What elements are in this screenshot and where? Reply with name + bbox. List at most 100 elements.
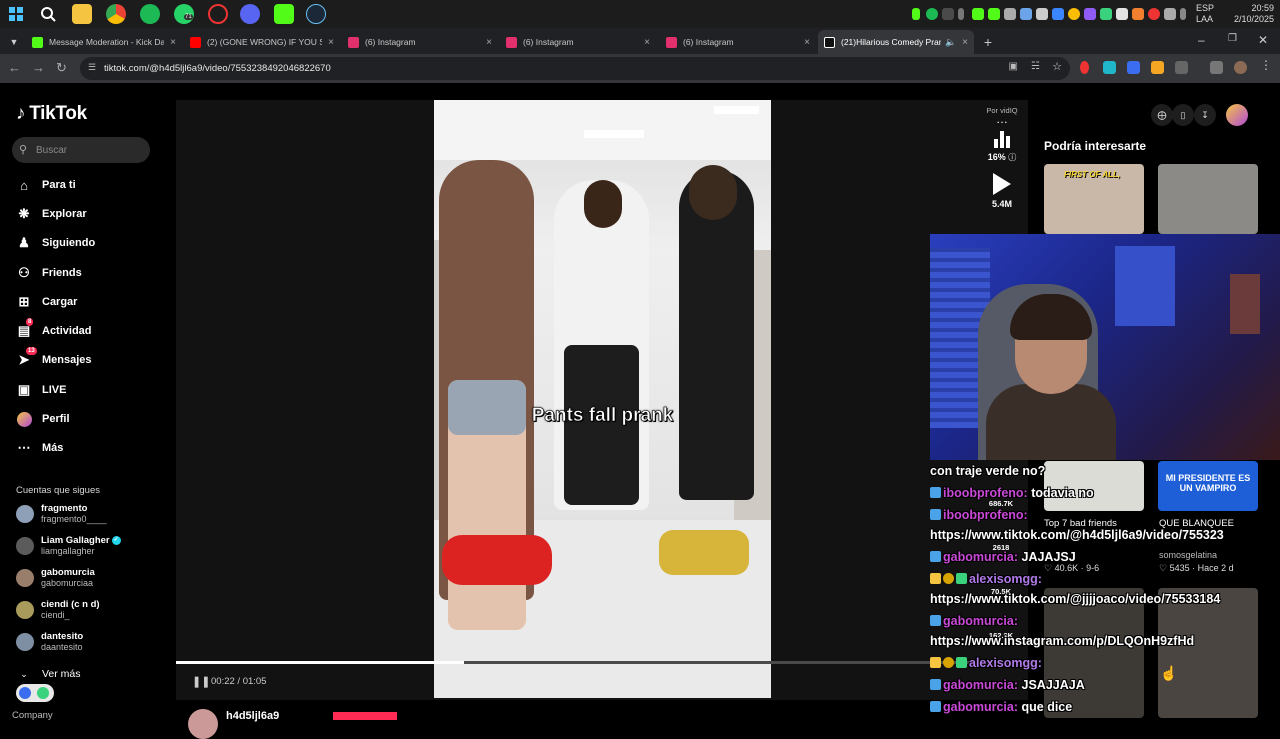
sidebar-item-explorar[interactable]: ❋ Explorar [16,204,87,224]
extension-tools-icon[interactable] [1103,61,1116,74]
author-avatar[interactable] [188,709,218,739]
sidebar-item-para-ti[interactable]: ⌂ Para ti [16,175,76,195]
more-options-icon[interactable]: … [980,113,1024,125]
search-icon[interactable] [38,4,58,24]
following-account[interactable]: fragmento fragmento0____ [16,503,107,525]
tray-icon-5[interactable] [972,8,984,20]
restore-icon[interactable]: ❐ [1228,33,1237,44]
floating-widget[interactable] [16,684,54,702]
tiktok-logo[interactable]: ♪ TikTok [16,103,87,125]
sidebar-item-actividad[interactable]: ▤ 8 Actividad [16,318,92,341]
profile-avatar-icon[interactable] [1234,61,1247,74]
author-name[interactable]: h4d5ljl6a9 [226,710,279,722]
tab-list-button[interactable]: ▼ [4,30,24,54]
sidebar-item-perfil[interactable]: Perfil [16,409,70,429]
tray-chrome-icon[interactable] [1068,8,1080,20]
chrome-icon[interactable] [106,4,126,24]
extension-wave-icon[interactable] [1127,61,1140,74]
see-more-button[interactable]: ⌄ Ver más [16,664,80,684]
bar-chart-icon[interactable] [993,131,1011,148]
speaker-icon[interactable]: 🔈 [945,37,956,48]
sidebar-item-mas[interactable]: ⋯ Más [16,438,64,458]
sidebar-item-siguiendo[interactable]: ♟ Siguiendo [16,233,95,253]
reload-icon[interactable]: ↻ [56,60,67,76]
tray-icon-10[interactable] [1052,8,1064,20]
tray-icon-9[interactable] [1036,8,1048,20]
close-tab-icon[interactable]: × [962,37,968,48]
tray-icon-6[interactable] [988,8,1000,20]
clock[interactable]: 20:59 2/10/2025 [1222,3,1274,25]
play-icon[interactable] [993,173,1011,195]
microphone-icon[interactable] [1180,8,1186,20]
tray-icon-8[interactable] [1020,8,1032,20]
user-avatar-icon[interactable] [1226,104,1248,126]
close-tab-icon[interactable]: × [644,37,650,48]
following-account[interactable]: gabomurcia gabomurciaa [16,567,95,589]
sidebar-item-friends[interactable]: ⚇ Friends [16,263,82,283]
recommendation-thumbnail[interactable] [1158,164,1258,234]
tray-icon-15[interactable] [1132,8,1144,20]
tray-icon-17[interactable] [1164,8,1176,20]
recommendation-thumbnail[interactable]: FIRST OF ALL, [1044,164,1144,234]
tab-instagram-1[interactable]: (6) Instagram × [342,30,498,54]
windows-start-icon[interactable] [6,4,26,24]
close-tab-icon[interactable]: × [170,37,176,48]
sidebar-item-mensajes[interactable]: ➤ 13 Mensajes [16,347,92,370]
file-explorer-icon[interactable] [72,4,92,24]
following-account[interactable]: Liam Gallagher ✓ liamgallagher [16,535,121,557]
install-app-icon[interactable]: ▣ [1009,61,1018,72]
kick-icon[interactable] [274,4,294,24]
close-tab-icon[interactable]: × [804,37,810,48]
new-tab-button[interactable]: + [978,30,998,54]
translate-icon[interactable]: ☵ [1031,61,1040,72]
tray-icon-12[interactable] [1084,8,1096,20]
following-account[interactable]: ciendi (c n d) ciendi_ [16,599,100,621]
download-icon[interactable]: ↧ [1194,104,1216,126]
back-icon[interactable]: ← [8,60,21,75]
site-info-icon[interactable]: ☰ [88,62,96,73]
follow-button[interactable] [333,712,397,720]
close-tab-icon[interactable]: × [486,37,492,48]
bluetooth-icon[interactable] [958,8,964,20]
reading-list-icon[interactable] [1210,61,1223,74]
bookmark-star-icon[interactable]: ☆ [1052,60,1062,73]
close-window-icon[interactable]: ✕ [1258,33,1268,47]
help-icon[interactable]: ⨁ [1151,104,1173,126]
tray-icon-1[interactable] [912,8,920,20]
tab-youtube[interactable]: (2) (GONE WRONG) IF YOU SE × [184,30,340,54]
info-icon[interactable]: ⓘ [1008,153,1016,162]
tab-instagram-3[interactable]: (6) Instagram × [660,30,816,54]
search-input[interactable]: ⚲ Buscar [12,137,150,163]
video-progress-bar[interactable] [176,661,1028,664]
tab-kick-moderation[interactable]: Message Moderation - Kick Da × [26,30,182,54]
tray-icon-14[interactable] [1116,8,1128,20]
sidebar-item-live[interactable]: ▣ LIVE [16,380,67,400]
tray-spotify-icon[interactable] [926,8,938,20]
tray-icon-7[interactable] [1004,8,1016,20]
language-indicator[interactable]: ESP LAA [1196,3,1214,25]
close-tab-icon[interactable]: × [328,37,334,48]
discord-icon[interactable] [240,4,260,24]
tab-instagram-2[interactable]: (6) Instagram × [500,30,656,54]
extension-play-icon[interactable] [1151,61,1164,74]
company-link[interactable]: Company [12,710,53,721]
spotify-icon[interactable] [140,4,160,24]
tab-tiktok-active[interactable]: (21)Hilarious Comedy Prank 🔈 × [818,30,974,54]
tray-icon-13[interactable] [1100,8,1112,20]
whatsapp-icon[interactable]: 71 [174,4,194,24]
video-frame[interactable]: Pants fall prank [434,100,771,698]
app-icon-red[interactable] [208,4,228,24]
steam-icon[interactable] [306,4,326,24]
pause-icon[interactable]: ❚❚ [192,675,210,688]
tray-icon-3[interactable] [942,8,954,20]
forward-icon[interactable]: → [32,60,45,75]
extensions-puzzle-icon[interactable] [1175,61,1188,74]
address-bar[interactable]: ☰ tiktok.com/@h4d5ljl6a9/video/755323849… [80,57,1070,80]
extension-red-icon[interactable] [1080,61,1089,74]
phone-icon[interactable]: ▯ [1172,104,1194,126]
following-account[interactable]: dantesito daantesito [16,631,83,653]
sidebar-item-cargar[interactable]: ⊞ Cargar [16,292,78,312]
minimize-icon[interactable]: – [1198,33,1205,47]
tray-icon-16[interactable] [1148,8,1160,20]
browser-menu-icon[interactable]: ⋮ [1260,58,1273,72]
